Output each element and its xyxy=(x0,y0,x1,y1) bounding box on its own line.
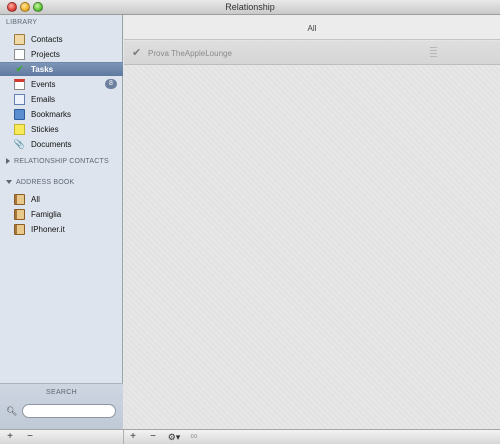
sidebar-item-address-all[interactable]: All xyxy=(0,192,123,206)
address-book-icon xyxy=(14,223,25,235)
sidebar-item-events[interactable]: Events 8 xyxy=(0,77,123,91)
title-bar[interactable]: Relationship xyxy=(0,0,500,15)
calendar-icon xyxy=(14,78,25,90)
task-row[interactable]: ✔ Prova TheAppleLounge xyxy=(124,41,500,65)
main-content: All ✔ Prova TheAppleLounge xyxy=(124,15,500,429)
sidebar-item-label: Bookmarks xyxy=(31,109,72,119)
sidebar-search-area: SEARCH 🔍︎ xyxy=(0,383,123,429)
task-title: Prova TheAppleLounge xyxy=(148,49,232,58)
drag-handle-icon[interactable] xyxy=(430,47,437,59)
sidebar-item-stickies[interactable]: Stickies xyxy=(0,122,123,136)
sidebar-item-label: Tasks xyxy=(31,65,54,74)
sidebar-item-bookmarks[interactable]: Bookmarks xyxy=(0,107,123,121)
toolbar-divider xyxy=(123,430,124,444)
search-input[interactable] xyxy=(22,404,116,418)
sidebar-item-label: Documents xyxy=(31,139,72,149)
stickies-icon xyxy=(14,123,25,135)
sidebar-item-label: Contacts xyxy=(31,34,63,44)
bottom-toolbar: + − + − ⚙▾ ∞ xyxy=(0,429,500,444)
sidebar-item-documents[interactable]: 📎 Documents xyxy=(0,137,123,151)
add-task-button[interactable]: + xyxy=(127,431,139,443)
remove-task-button[interactable]: − xyxy=(147,431,159,443)
checkmark-icon: ✔ xyxy=(15,64,24,74)
window-title: Relationship xyxy=(225,2,275,12)
search-icon[interactable]: 🔍︎ xyxy=(6,406,17,417)
disclosure-right-icon[interactable] xyxy=(6,158,10,165)
sidebar-item-iphoner[interactable]: IPhoner.it xyxy=(0,222,123,236)
list-header: All xyxy=(124,15,500,40)
sidebar-item-label: Events xyxy=(31,79,56,89)
events-count-badge: 8 xyxy=(105,79,117,89)
relationship-contacts-header[interactable]: RELATIONSHIP CONTACTS xyxy=(6,158,109,165)
sidebar-item-label: Emails xyxy=(31,94,56,104)
sidebar-item-tasks[interactable]: ✔ Tasks xyxy=(0,62,123,76)
action-menu-button[interactable]: ⚙▾ xyxy=(165,431,183,443)
address-book-header[interactable]: ADDRESS BOOK xyxy=(6,179,74,186)
group-header-label: RELATIONSHIP CONTACTS xyxy=(14,158,109,165)
library-header: LIBRARY xyxy=(6,19,38,26)
contacts-icon xyxy=(14,33,25,45)
sidebar: LIBRARY Contacts Projects ✔ Tasks Events… xyxy=(0,15,123,429)
group-header-label: ADDRESS BOOK xyxy=(16,179,75,186)
projects-icon xyxy=(14,48,25,60)
address-book-icon xyxy=(14,208,25,220)
checkmark-icon[interactable]: ✔ xyxy=(132,46,141,59)
link-icon[interactable]: ∞ xyxy=(187,431,201,443)
sidebar-item-label: Projects xyxy=(31,49,60,59)
sidebar-item-contacts[interactable]: Contacts xyxy=(0,32,123,46)
sidebar-item-projects[interactable]: Projects xyxy=(0,47,123,61)
disclosure-down-icon[interactable] xyxy=(6,180,12,185)
sidebar-item-label: IPhoner.it xyxy=(31,224,65,234)
sidebar-add-button[interactable]: + xyxy=(4,431,16,443)
email-icon xyxy=(14,93,25,105)
sidebar-remove-button[interactable]: − xyxy=(24,431,36,443)
search-label: SEARCH xyxy=(46,389,77,396)
address-book-icon xyxy=(14,193,25,205)
sidebar-item-label: Famiglia xyxy=(31,209,62,219)
bookmark-icon xyxy=(14,108,25,120)
sidebar-item-label: Stickies xyxy=(31,124,59,134)
sidebar-item-emails[interactable]: Emails xyxy=(0,92,123,106)
paperclip-icon: 📎 xyxy=(13,138,26,149)
sidebar-item-famiglia[interactable]: Famiglia xyxy=(0,207,123,221)
sidebar-item-label: All xyxy=(31,194,40,204)
app-window: Relationship LIBRARY Contacts Projects ✔… xyxy=(0,0,500,444)
list-header-title: All xyxy=(307,24,317,33)
